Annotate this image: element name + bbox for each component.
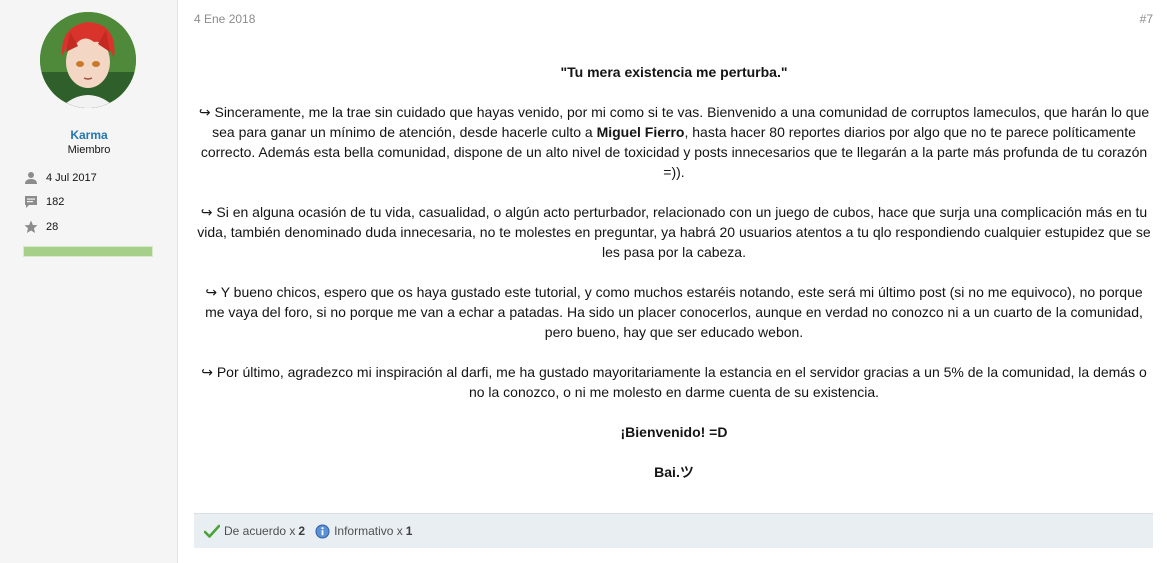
points-stat: 28 — [24, 219, 58, 235]
messages-icon — [25, 196, 37, 208]
reaction-informative[interactable]: Informativo x 1 — [315, 524, 412, 539]
info-icon — [315, 524, 330, 538]
post-content: "Tu mera existencia me perturba." ↪ Sinc… — [194, 62, 1154, 502]
user-sidebar: Karma Miembro 4 Jul 2017 182 28 — [0, 0, 178, 563]
messages-stat: 182 — [24, 194, 64, 210]
avatar-image — [40, 12, 136, 108]
reaction-agree[interactable]: De acuerdo x 2 — [204, 524, 305, 538]
messages-count: 182 — [46, 196, 65, 208]
bye-line: Bai.ツ — [654, 464, 694, 480]
informative-label: Informativo x — [334, 524, 403, 538]
agree-count: 2 — [298, 524, 306, 538]
informative-count: 1 — [405, 524, 413, 538]
user-title: Miembro — [67, 144, 111, 156]
paragraph-1: ↪ Sinceramente, me la trae sin cuidado q… — [198, 104, 1150, 180]
paragraph-2: ↪ Si en alguna ocasión de tu vida, casua… — [197, 204, 1151, 260]
agree-label: De acuerdo x — [224, 524, 296, 538]
reactions-bar: De acuerdo x 2 Informativo x 1 — [194, 513, 1153, 548]
username-link[interactable]: Karma — [0, 128, 178, 142]
avatar[interactable] — [40, 12, 136, 108]
joined-date: 4 Jul 2017 — [46, 172, 97, 184]
paragraph-3: ↪ Y bueno chicos, espero que os haya gus… — [205, 284, 1143, 340]
checkmark-icon — [204, 524, 220, 538]
paragraph-4: ↪ Por último, agradezco mi inspiración a… — [201, 364, 1147, 400]
level-progress-bar — [23, 246, 153, 257]
points-count: 28 — [46, 221, 59, 233]
star-icon — [24, 220, 38, 233]
user-icon — [25, 172, 37, 184]
post-number[interactable]: #7 — [1140, 12, 1153, 26]
post-title: "Tu mera existencia me perturba." — [560, 64, 788, 80]
mention-miguel-fierro: Miguel Fierro — [596, 124, 685, 140]
welcome-line: ¡Bienvenido! =D — [620, 424, 728, 440]
joined-stat: 4 Jul 2017 — [24, 170, 97, 186]
post-date[interactable]: 4 Ene 2018 — [194, 12, 255, 26]
